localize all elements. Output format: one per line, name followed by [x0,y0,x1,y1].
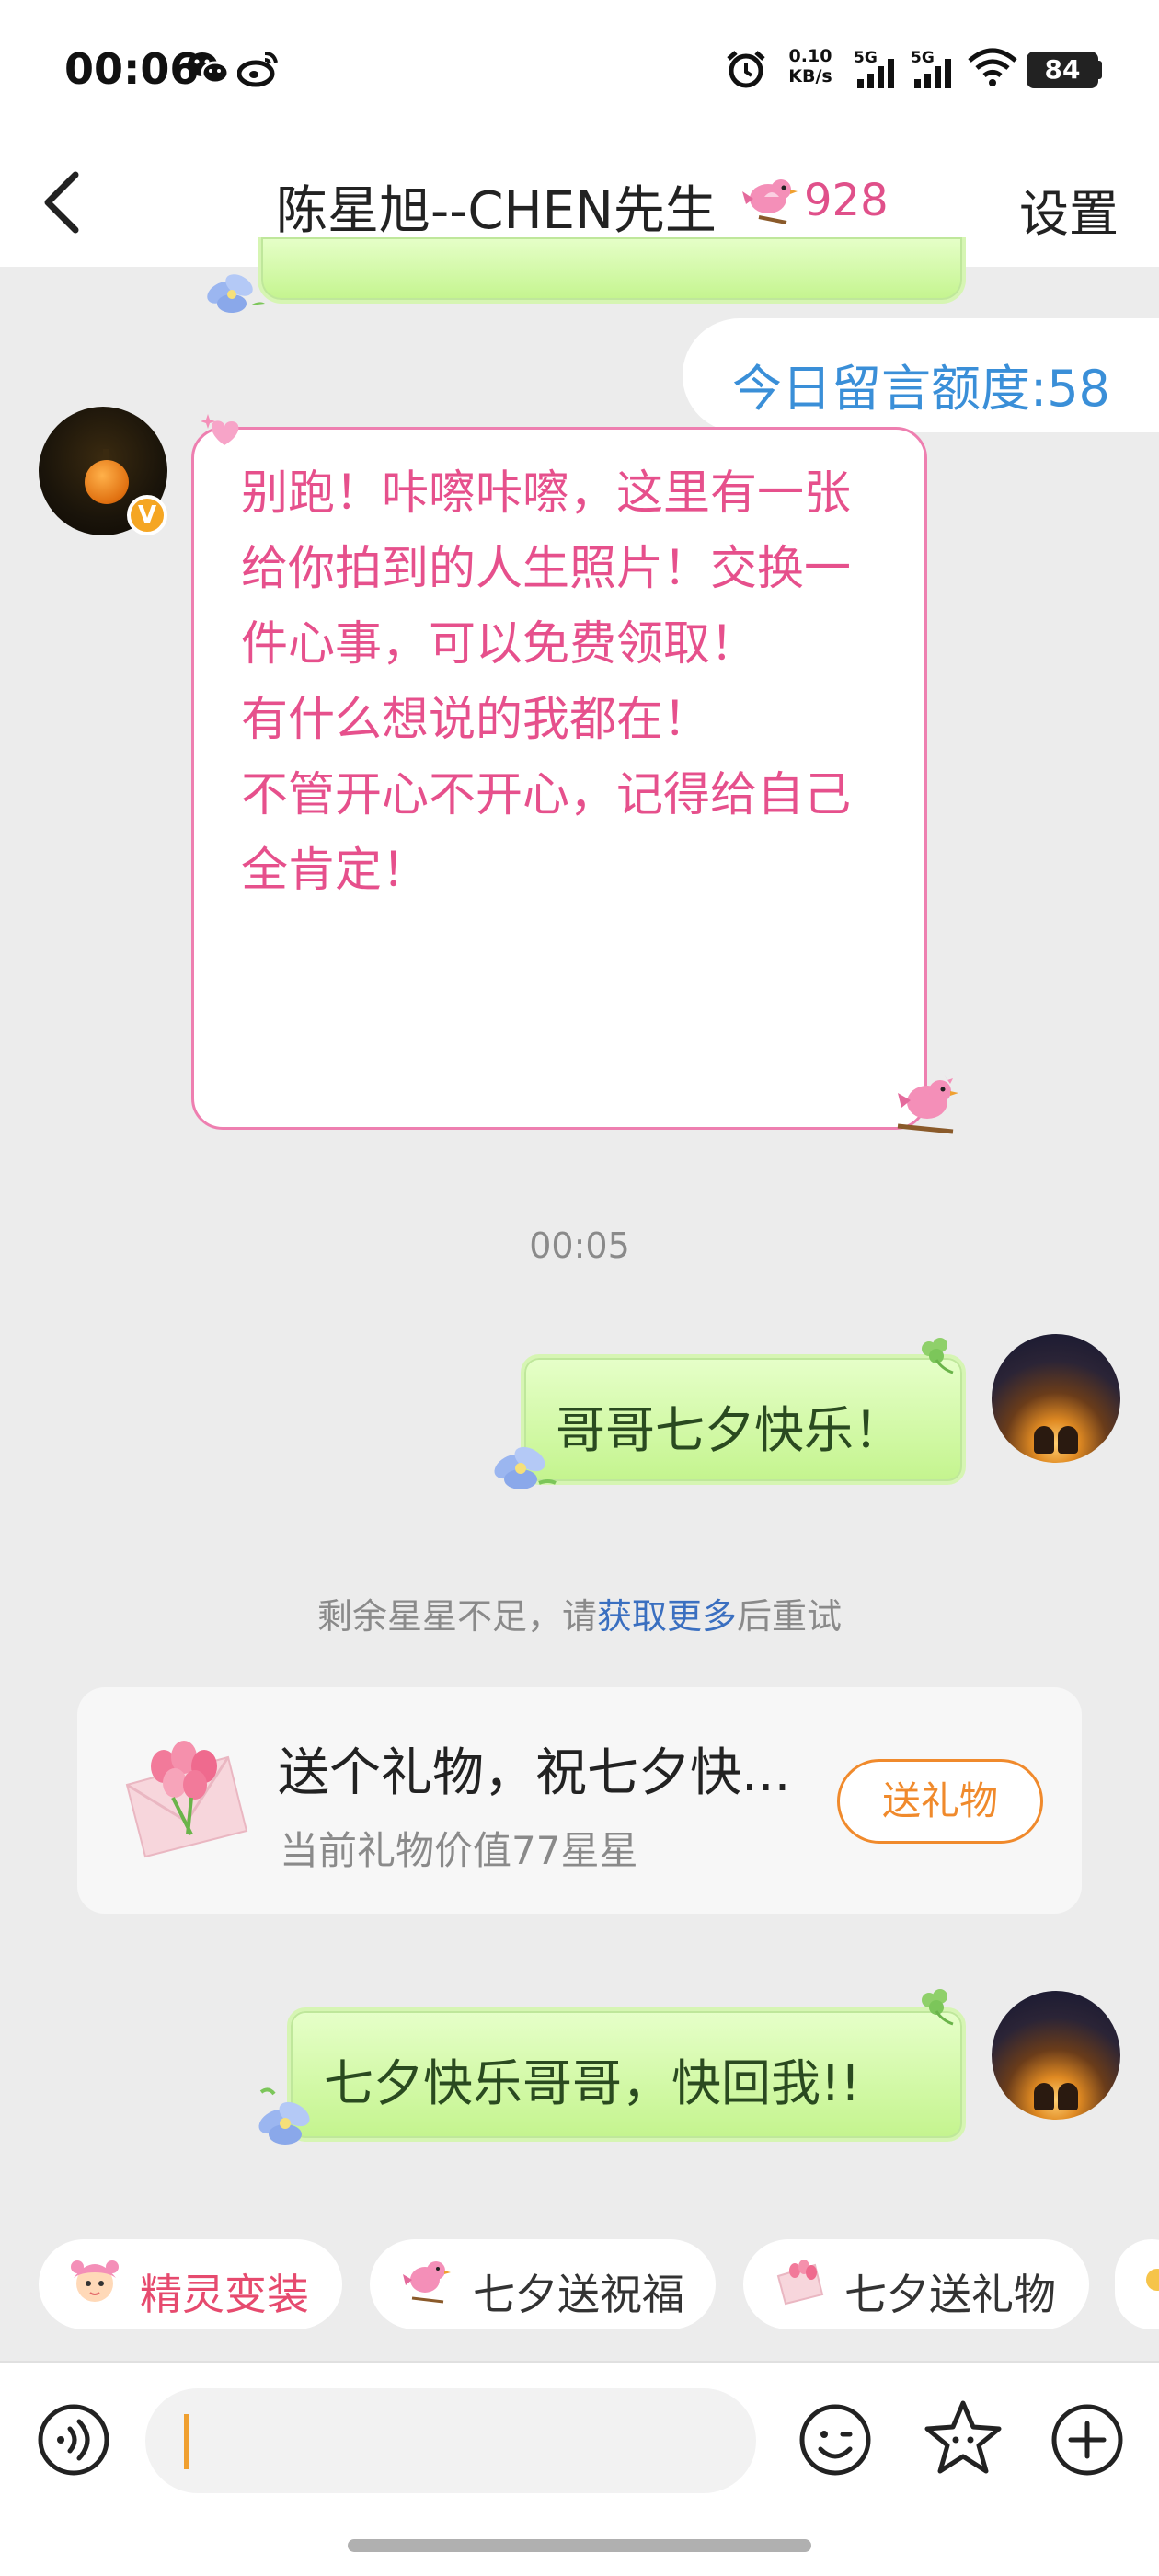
star-face-icon [924,2400,1002,2474]
net-speed: 0.10 KB/s [788,46,832,86]
avatar-figure [1034,1426,1054,1454]
notice-suffix: 后重试 [737,1596,843,1637]
avatar-figure [1058,1426,1078,1454]
outgoing-message-text-2: 七夕快乐哥哥，快回我!! [324,2054,861,2112]
incoming-message-text: 别跑！咔嚓咔嚓，这里有一张给你拍到的人生照片！交换一件心事，可以免费领取！ 有什… [241,466,852,898]
get-more-link[interactable]: 获取更多 [597,1596,737,1637]
notice-prefix: 剩余星星不足，请 [316,1596,597,1637]
partial-chip-icon [1141,2254,1159,2309]
settings-button[interactable]: 设置 [1019,173,1119,246]
back-button[interactable] [35,164,99,241]
text-caret [184,2414,189,2469]
wechat-icon [186,48,230,92]
pink-bird-decoration-icon [890,1065,966,1143]
previous-message-bubble[interactable] [258,237,966,304]
emoji-button[interactable] [797,2401,874,2482]
sprite-costume-icon [66,2254,123,2309]
smiley-icon [799,2404,871,2476]
message-quota-text: 今日留言额度:58 [732,360,1110,418]
quick-action-label: 七夕送祝福 [473,2270,684,2319]
voice-input-button[interactable] [35,2401,112,2482]
intimacy-count: 928 [804,175,889,226]
cellular-signal-icon-2: 5G [911,48,962,94]
blue-flower-icon [482,1432,559,1501]
blue-flower-icon [195,259,270,324]
battery-indicator: 84 [1027,52,1098,88]
battery-tip [1096,61,1102,79]
wifi-icon [968,48,1017,92]
outgoing-message-text: 哥哥七夕快乐！ [556,1401,903,1459]
send-gift-button[interactable]: 送礼物 [837,1759,1043,1844]
user-avatar-2[interactable] [992,1991,1120,2120]
gift-title: 送个礼物，祝七夕快... [278,1743,791,1803]
avatar-figure [1058,2083,1078,2110]
clover-icon [912,1336,960,1384]
gift-value: 当前礼物价值77星星 [280,1828,638,1873]
insufficient-stars-notice: 剩余星星不足，请获取更多后重试 [0,1588,1159,1639]
sparkle-heart-icon [197,408,252,456]
svg-text:5G: 5G [911,49,935,67]
pink-bird-icon [401,2254,454,2309]
verified-badge-icon: V [127,495,167,535]
status-time: 00:06 [64,44,200,94]
star-sprite-button[interactable] [922,2398,1004,2482]
blue-flower-icon [247,2083,324,2156]
user-avatar[interactable] [992,1334,1120,1463]
alarm-icon [725,48,767,94]
avatar-figure [1034,2083,1054,2110]
chat-title: 陈星旭--CHEN先生 [276,181,717,241]
home-indicator[interactable] [348,2539,811,2552]
gift-envelope-icon [775,2254,828,2309]
svg-text:5G: 5G [854,49,878,67]
gift-envelope-icon [118,1730,256,1862]
clover-icon [912,1987,960,2035]
cellular-signal-icon: 5G [854,48,905,94]
quick-action-label: 七夕送礼物 [844,2270,1056,2319]
more-options-button[interactable] [1049,2401,1126,2482]
message-input[interactable] [145,2388,756,2493]
quick-action-label: 精灵变装 [140,2270,309,2319]
voice-icon [38,2404,109,2476]
pink-bird-icon [740,171,801,232]
avatar-orange [85,460,129,504]
message-timestamp: 00:05 [529,1225,630,1266]
plus-icon [1051,2404,1123,2476]
weibo-icon [236,48,280,92]
chevron-left-icon [44,171,79,234]
